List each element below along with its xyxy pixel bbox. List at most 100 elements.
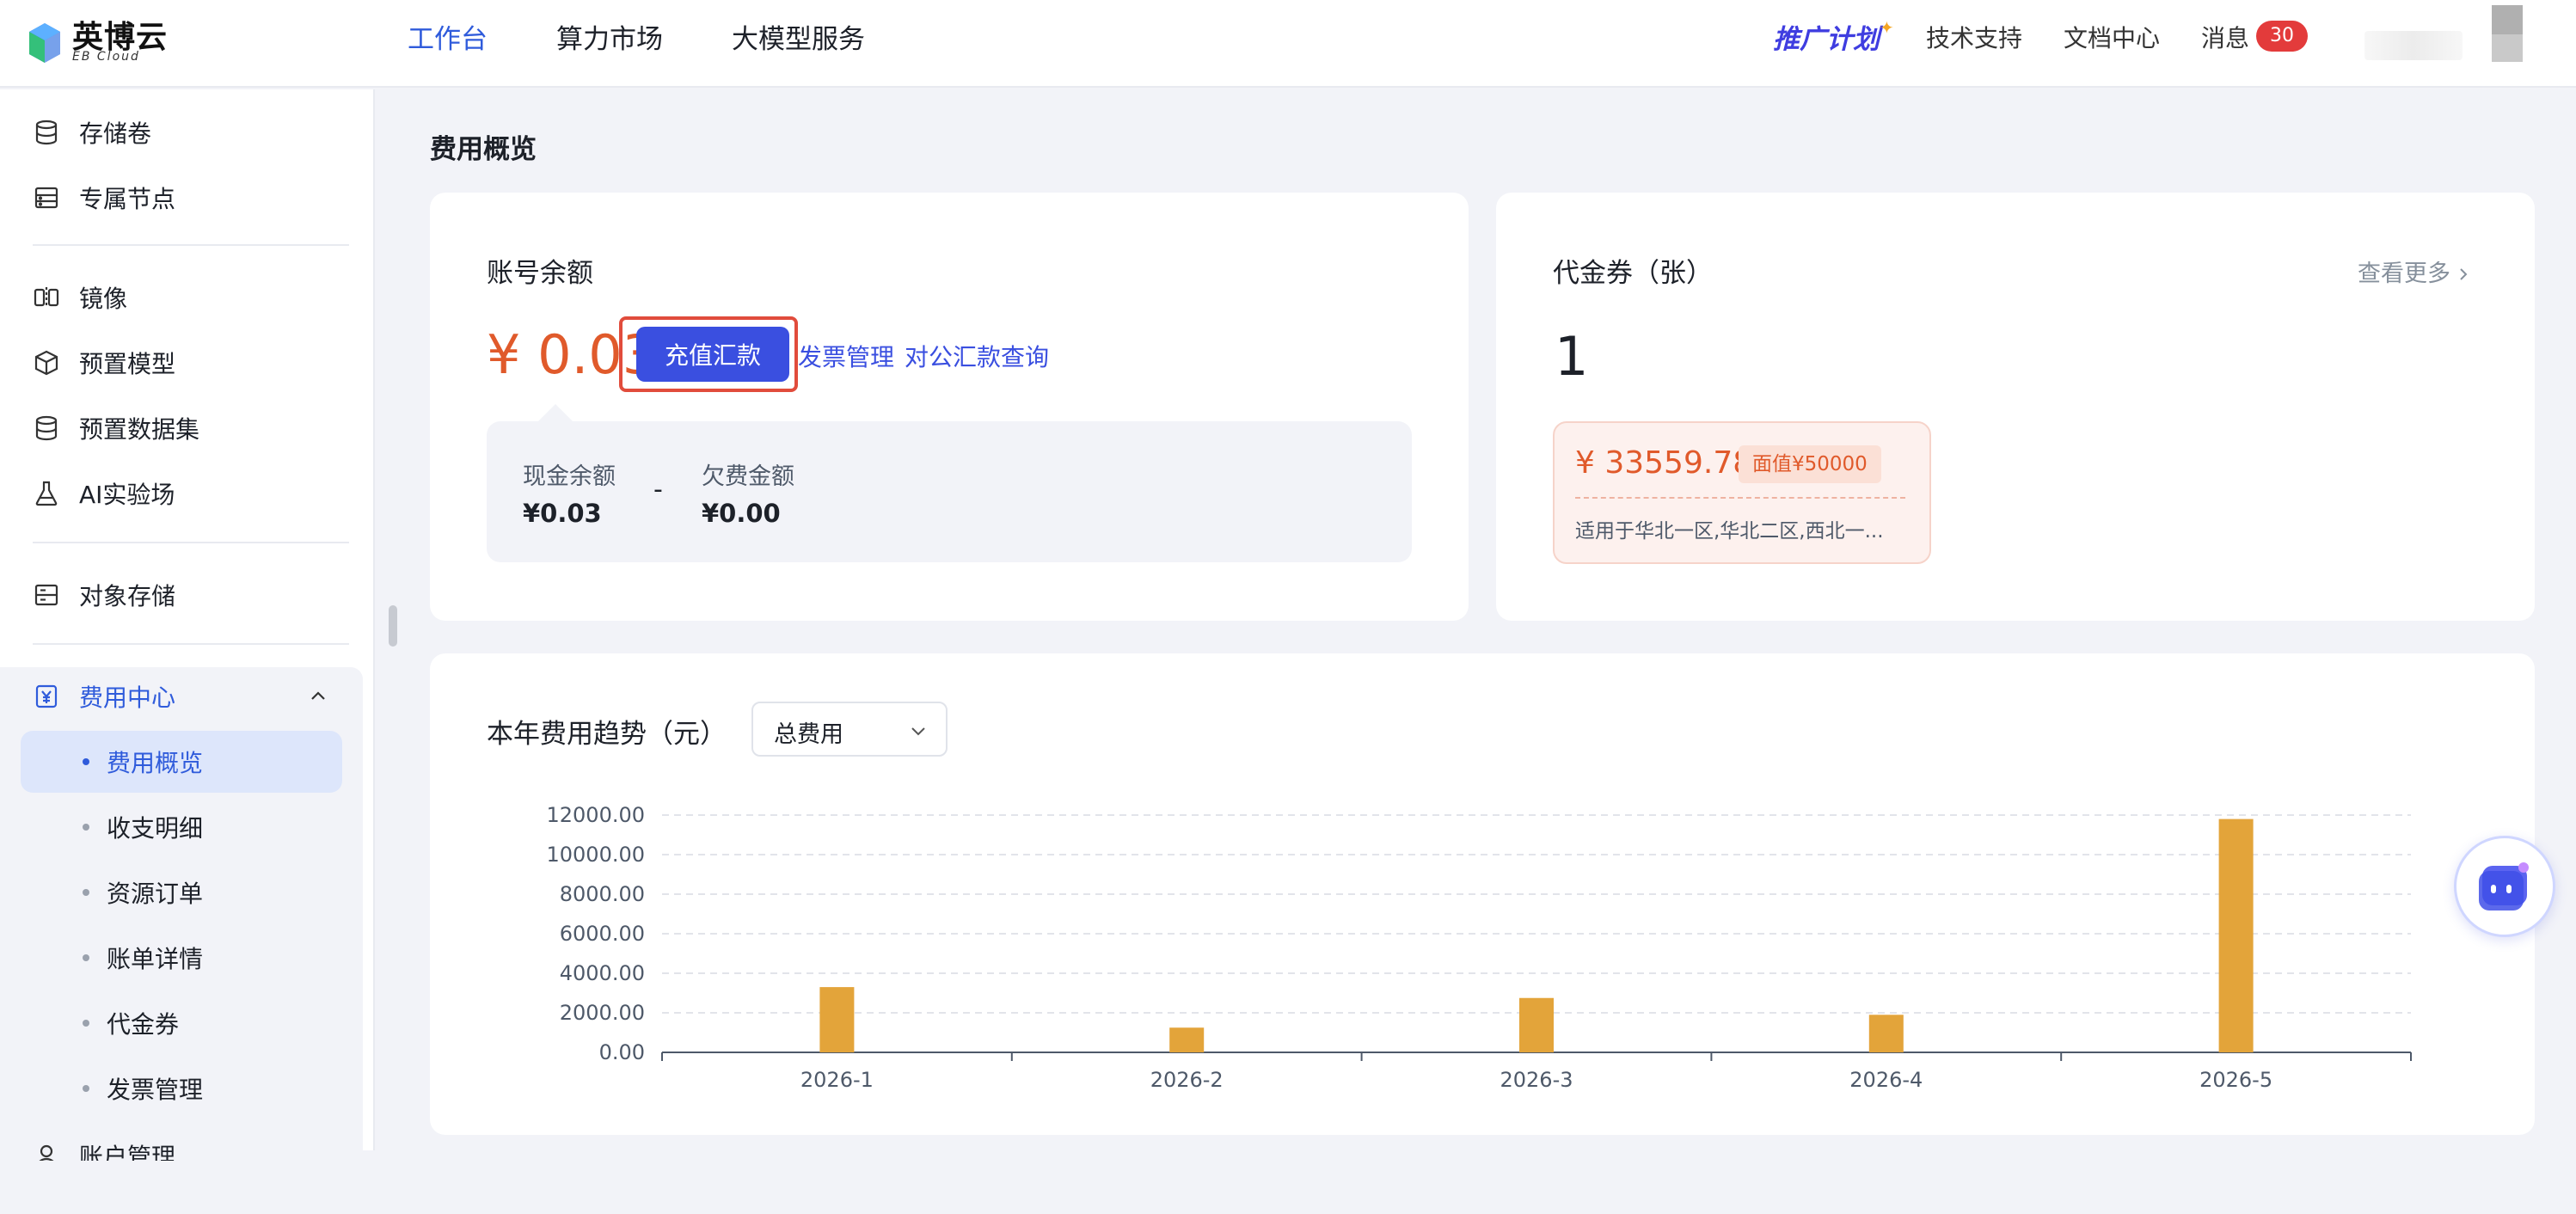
sidebar-subitem-resource-orders[interactable]: 资源订单: [21, 861, 342, 923]
docs-link[interactable]: 文档中心: [2064, 20, 2160, 54]
cash-balance-value: ¥0.03: [523, 499, 602, 528]
sidebar-subitem-cost-overview[interactable]: 费用概览: [21, 731, 342, 793]
sidebar-item-label: 存储卷: [79, 120, 152, 148]
sidebar-item-label: 对象存储: [79, 582, 176, 610]
sidebar-item-label: 账户管理: [79, 1143, 176, 1161]
owed-amount-value: ¥0.00: [702, 499, 781, 528]
x-tick-label: 2026-1: [800, 1068, 874, 1092]
bar-2026-3: [1519, 997, 1554, 1052]
voucher-face-value-tag: 面值¥50000: [1739, 445, 1881, 483]
voucher-divider: [1575, 497, 1905, 499]
cube-icon: [34, 350, 58, 376]
x-tick-label: 2026-3: [1500, 1068, 1573, 1092]
sidebar-item-object-storage[interactable]: 对象存储: [0, 564, 375, 626]
corporate-transfer-query-link[interactable]: 对公汇款查询: [905, 339, 1049, 373]
cost-trend-title: 本年费用趋势（元）: [487, 719, 727, 750]
user-icon: [39, 1144, 54, 1161]
balance-box-caret: [538, 404, 573, 421]
sidebar-subitem-label: 资源订单: [107, 880, 204, 908]
sidebar-item-label: 专属节点: [79, 185, 176, 213]
sidebar-item-account-management[interactable]: 账户管理: [0, 1126, 375, 1161]
database-icon: [35, 120, 58, 145]
sidebar-subitem-label: 收支明细: [107, 814, 204, 843]
chevron-right-icon: [2460, 268, 2468, 280]
yuan-icon: [35, 684, 58, 708]
sidebar-item-ai-lab[interactable]: AI实验场: [0, 463, 375, 524]
ai-assistant-button[interactable]: [2454, 836, 2555, 937]
sidebar-subitem-invoice-management[interactable]: 发票管理: [21, 1058, 342, 1119]
messages-link[interactable]: 消息: [2201, 20, 2249, 54]
owed-amount-label: 欠费金额: [702, 463, 794, 490]
flask-icon: [35, 481, 58, 506]
sidebar-item-storage-volume[interactable]: 存储卷: [0, 101, 375, 163]
y-tick-label: 8000.00: [560, 882, 645, 906]
promo-link[interactable]: 推广计划✦: [1773, 17, 1894, 56]
robot-icon: [2479, 862, 2529, 910]
sidebar-subitem-label: 费用概览: [107, 749, 204, 777]
balance-breakdown: [487, 421, 1412, 562]
view-more-link[interactable]: 查看更多: [2358, 254, 2471, 288]
message-count-badge: 30: [2256, 21, 2308, 52]
voucher-item[interactable]: ¥ 33559.78 面值¥50000 适用于华北一区,华北二区,西北一...: [1553, 421, 1931, 564]
cost-type-select[interactable]: 总费用: [751, 702, 948, 757]
sidebar-subitem-vouchers[interactable]: 代金券: [21, 992, 342, 1054]
sidebar-subitem-label: 代金券: [107, 1010, 180, 1039]
dataset-icon: [35, 415, 58, 441]
bullet-dot: [83, 1020, 89, 1027]
y-tick-label: 10000.00: [546, 843, 645, 867]
logo[interactable]: 英博云 EB Cloud: [28, 12, 167, 76]
recharge-button[interactable]: 充值汇款: [636, 327, 789, 382]
voucher-count: 1: [1555, 325, 1589, 388]
avatar-overlay: [2492, 5, 2523, 34]
sidebar-group-billing-center[interactable]: 费用中心: [0, 665, 375, 727]
nav-workbench[interactable]: 工作台: [408, 17, 488, 56]
cost-trend-chart: 0.00 2000.00 4000.00 6000.00 8000.00 10000.00…: [546, 803, 2412, 1092]
top-bar: 英博云 EB Cloud 工作台 算力市场 大模型服务 推广计划✦ 技术支持 文…: [0, 0, 2576, 88]
y-tick-label: 6000.00: [560, 922, 645, 946]
top-nav: 工作台 算力市场 大模型服务: [408, 0, 865, 72]
mirror-icon: [34, 287, 59, 308]
sidebar-item-label: 预置数据集: [79, 415, 200, 444]
sidebar-subitem-bill-details[interactable]: 账单详情: [21, 927, 342, 989]
bullet-dot: [83, 954, 89, 961]
sidebar-item-image[interactable]: 镜像: [0, 267, 375, 328]
chevron-down-icon: [911, 727, 925, 736]
sidebar-subitem-label: 发票管理: [107, 1076, 204, 1104]
bullet-dot: [83, 824, 89, 831]
bar-2026-1: [819, 987, 855, 1052]
sidebar-divider: [33, 643, 349, 645]
balance-card-title: 账号余额: [487, 258, 593, 289]
sparkle-icon: ✦: [1880, 17, 1894, 38]
sidebar: 存储卷 专属节点 镜像 预置模型 预置数据集 AI实验场 对象存储 费用中心 费…: [0, 89, 375, 1214]
support-link[interactable]: 技术支持: [1926, 20, 2022, 54]
nav-llm-service[interactable]: 大模型服务: [732, 17, 865, 56]
server-icon: [34, 187, 58, 209]
storage-icon: [34, 584, 58, 606]
x-tick-label: 2026-4: [1849, 1068, 1923, 1092]
sidebar-item-label: 预置模型: [79, 350, 176, 378]
logo-name-en: EB Cloud: [72, 50, 140, 64]
view-more-label: 查看更多: [2358, 261, 2450, 287]
logo-mark-icon: [29, 23, 60, 63]
sidebar-divider: [33, 542, 349, 543]
page-title: 费用概览: [430, 134, 537, 165]
sidebar-divider: [33, 244, 349, 246]
nav-compute-market[interactable]: 算力市场: [556, 17, 663, 56]
x-tick-label: 2026-5: [2199, 1068, 2272, 1092]
sidebar-subitem-income-expense[interactable]: 收支明细: [21, 796, 342, 858]
sidebar-group-label: 费用中心: [79, 684, 176, 712]
y-tick-label: 12000.00: [546, 803, 645, 827]
cash-balance-label: 现金余额: [523, 463, 616, 490]
chevron-up-icon[interactable]: [308, 686, 328, 707]
bar-2026-4: [1868, 1015, 1904, 1052]
sidebar-item-dedicated-node[interactable]: 专属节点: [0, 167, 375, 229]
sidebar-item-label: AI实验场: [79, 481, 175, 509]
voucher-remaining-amount: ¥ 33559.78: [1575, 445, 1753, 481]
sidebar-resize-handle[interactable]: [389, 605, 397, 647]
invoice-management-link[interactable]: 发票管理: [798, 339, 894, 373]
username-blurred: [2364, 31, 2463, 60]
promo-label: 推广计划: [1773, 24, 1880, 55]
sidebar-item-preset-model[interactable]: 预置模型: [0, 332, 375, 394]
voucher-card-title: 代金券（张）: [1553, 258, 1713, 289]
sidebar-item-preset-dataset[interactable]: 预置数据集: [0, 397, 375, 459]
